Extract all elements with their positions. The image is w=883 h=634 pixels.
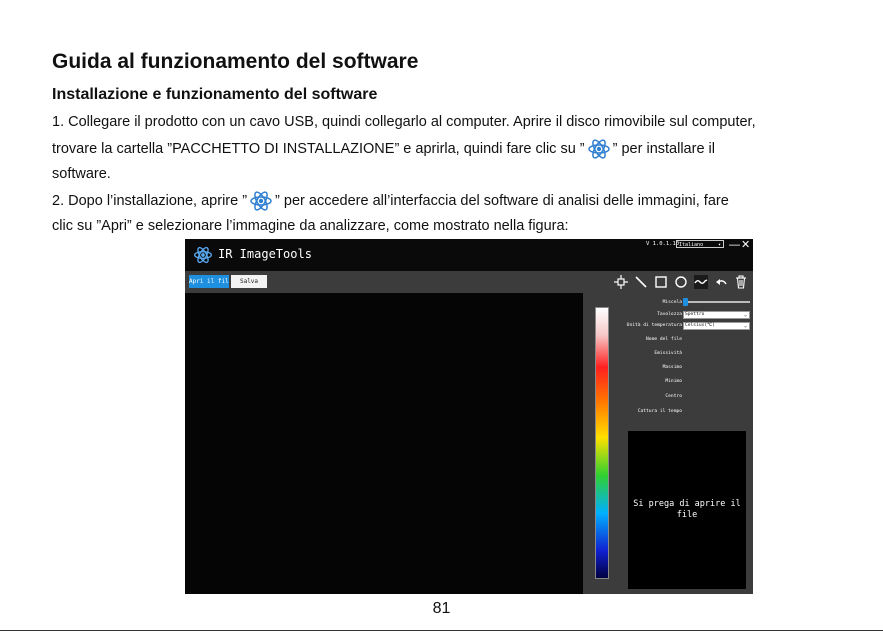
line-icon[interactable] — [634, 275, 648, 289]
max-label: Massimo — [662, 365, 682, 370]
min-label: Minimo — [665, 379, 682, 384]
fusion-slider-handle[interactable] — [683, 298, 688, 306]
temp-unit-value: Celsius(℃) — [685, 323, 716, 328]
palette-label: Tavolozza — [657, 312, 682, 317]
atom-icon — [249, 189, 273, 213]
step1-line1: 1. Collegare il prodotto con un cavo USB… — [52, 114, 756, 130]
step1-line2: trovare la cartella ”PACCHETTO DI INSTAL… — [52, 137, 715, 162]
palette-value: Spettro — [685, 312, 705, 317]
color-scale-bar — [595, 307, 609, 579]
isotherm-icon[interactable] — [694, 275, 708, 289]
app-titlebar: IR ImageTools V 1.0.1.10 Italiano ▾ — ✕ — [185, 239, 753, 271]
section-heading: Installazione e funzionamento del softwa… — [52, 86, 378, 103]
circle-icon[interactable] — [674, 275, 688, 289]
file-name-label: Nome del file — [646, 337, 682, 342]
analysis-panel: Miscela Tavolozza Spettro ⌄ Unità di temp… — [583, 293, 753, 594]
trash-icon[interactable] — [734, 275, 748, 289]
undo-icon[interactable] — [714, 275, 728, 289]
page-title: Guida al funzionamento del software — [52, 50, 419, 73]
app-screenshot: IR ImageTools V 1.0.1.10 Italiano ▾ — ✕ A… — [185, 239, 753, 594]
emissivity-label: Emissività — [654, 351, 682, 356]
language-select[interactable]: Italiano ▾ — [676, 240, 724, 248]
minimize-button[interactable]: — — [729, 239, 740, 251]
chevron-down-icon: ⌄ — [743, 312, 747, 318]
center-label: Centro — [665, 394, 682, 399]
save-button[interactable]: Salva — [231, 275, 267, 288]
atom-icon — [587, 137, 611, 161]
atom-icon — [193, 245, 213, 265]
fusion-label: Miscela — [662, 300, 682, 305]
palette-select[interactable]: Spettro ⌄ — [683, 311, 750, 319]
temp-unit-select[interactable]: Celsius(℃) ⌄ — [683, 322, 750, 330]
image-preview: Si prega di aprire il file — [628, 431, 746, 589]
step2-line1-text-b: ” per accedere all’interfaccia del softw… — [275, 193, 729, 209]
close-button[interactable]: ✕ — [741, 239, 750, 251]
app-toolbar: Apri il file Salva — [185, 271, 753, 293]
open-file-button[interactable]: Apri il file — [189, 275, 229, 288]
open-file-prompt: Si prega di aprire il file — [633, 499, 741, 520]
page-number: 81 — [432, 600, 451, 617]
language-value: Italiano — [679, 242, 704, 248]
step2-line1: 2. Dopo l’installazione, aprire ” ” per a… — [52, 189, 729, 214]
step2-line2: clic su ”Apri” e selezionare l’immagine … — [52, 218, 569, 234]
chevron-down-icon: ⌄ — [743, 323, 747, 329]
step1-line3: software. — [52, 166, 111, 182]
chevron-down-icon: ▾ — [717, 242, 721, 248]
step1-line2-text-a: trovare la cartella ”PACCHETTO DI INSTAL… — [52, 141, 585, 157]
rectangle-icon[interactable] — [654, 275, 668, 289]
app-title: IR ImageTools — [218, 247, 312, 261]
step1-line2-text-b: ” per installare il — [612, 141, 715, 157]
step2-line1-text-a: 2. Dopo l’installazione, aprire ” — [52, 193, 248, 209]
fusion-slider-track[interactable] — [684, 301, 750, 303]
version-label: V 1.0.1.10 — [646, 241, 680, 247]
temp-unit-label: Unità di temperatura — [626, 323, 682, 328]
capture-time-label: Cattura il tempo — [637, 409, 682, 414]
footer-divider — [0, 630, 883, 631]
crosshair-icon[interactable] — [614, 275, 628, 289]
